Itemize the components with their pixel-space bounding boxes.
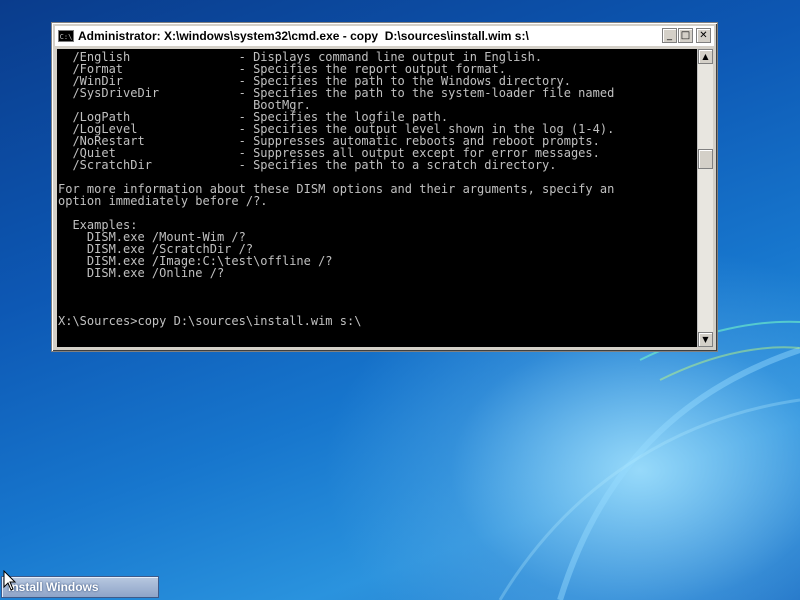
vertical-scrollbar[interactable]: ▲ ▼ bbox=[697, 49, 713, 347]
cmd-window[interactable]: C:\ Administrator: X:\windows\system32\c… bbox=[51, 22, 718, 352]
install-windows-taskbar-button[interactable]: Install Windows bbox=[1, 576, 159, 598]
arrow-cursor-icon bbox=[3, 570, 17, 591]
console-output[interactable]: /English - Displays command line output … bbox=[57, 49, 697, 347]
close-icon[interactable]: ✕ bbox=[696, 28, 711, 43]
console-line: /ScratchDir - Specifies the path to a sc… bbox=[58, 158, 557, 172]
cmd-icon[interactable]: C:\ bbox=[58, 30, 74, 42]
scroll-down-button[interactable]: ▼ bbox=[698, 332, 713, 347]
console-line: DISM.exe /Online /? bbox=[58, 266, 225, 280]
window-title: Administrator: X:\windows\system32\cmd.e… bbox=[78, 29, 529, 43]
console-line: X:\Sources>copy D:\sources\install.wim s… bbox=[58, 314, 362, 328]
window-controls: _ □ ✕ bbox=[662, 28, 711, 43]
console-text: /English - Displays command line output … bbox=[57, 49, 697, 327]
maximize-icon[interactable]: □ bbox=[678, 28, 693, 43]
scroll-up-button[interactable]: ▲ bbox=[698, 49, 713, 64]
minimize-icon[interactable]: _ bbox=[662, 28, 677, 43]
scroll-thumb[interactable] bbox=[698, 149, 713, 169]
console-line: option immediately before /?. bbox=[58, 194, 268, 208]
window-title-bar[interactable]: C:\ Administrator: X:\windows\system32\c… bbox=[55, 26, 714, 46]
